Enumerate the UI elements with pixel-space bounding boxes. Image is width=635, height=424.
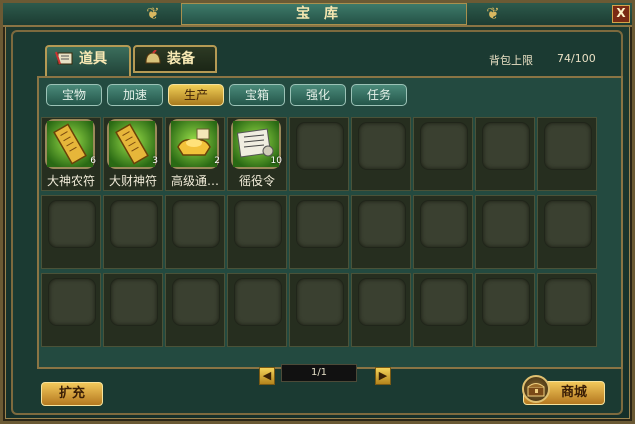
empty-slot-well bbox=[482, 200, 530, 248]
empty-slot-well bbox=[358, 278, 406, 326]
item-slot[interactable]: 10 徭役令 bbox=[227, 117, 287, 191]
item-slot[interactable] bbox=[475, 195, 535, 269]
item-slot[interactable]: 6 大神农符 bbox=[41, 117, 101, 191]
item-panel: 宝物 加速 生产 宝箱 强化 任务 6 大神农符 3 大财神符 2 高级通… 10 徭役令 bbox=[37, 76, 623, 369]
empty-slot-well bbox=[358, 122, 406, 170]
empty-slot-well bbox=[48, 278, 96, 326]
item-slot[interactable] bbox=[351, 273, 411, 347]
tab-items-label: 道具 bbox=[79, 51, 107, 67]
empty-slot-well bbox=[296, 278, 344, 326]
next-page-button[interactable]: ▶ bbox=[375, 367, 391, 385]
empty-slot-well bbox=[544, 200, 592, 248]
empty-slot-well bbox=[358, 200, 406, 248]
item-name: 大财神符 bbox=[108, 174, 157, 188]
empty-slot-well bbox=[544, 278, 592, 326]
item-quantity: 3 bbox=[152, 156, 158, 166]
subtab-enhance[interactable]: 强化 bbox=[290, 84, 346, 106]
item-slot[interactable] bbox=[351, 117, 411, 191]
close-button[interactable]: X bbox=[612, 5, 630, 23]
empty-slot-well bbox=[420, 278, 468, 326]
item-slot[interactable] bbox=[41, 195, 101, 269]
subtab-treasure[interactable]: 宝物 bbox=[46, 84, 102, 106]
item-slot[interactable]: 2 高级通… bbox=[165, 117, 225, 191]
subtab-speedup[interactable]: 加速 bbox=[107, 84, 163, 106]
capacity-value: 74/100 bbox=[557, 52, 596, 65]
item-name: 大神农符 bbox=[46, 174, 95, 188]
empty-slot-well bbox=[420, 200, 468, 248]
capacity-label: 背包上限 bbox=[489, 54, 533, 67]
helmet-icon bbox=[143, 49, 163, 66]
empty-slot-well bbox=[420, 122, 468, 170]
item-slot[interactable] bbox=[413, 117, 473, 191]
bag-icon bbox=[55, 50, 75, 66]
empty-slot-well bbox=[234, 278, 282, 326]
subtab-chest[interactable]: 宝箱 bbox=[229, 84, 285, 106]
empty-slot-well bbox=[482, 278, 530, 326]
item-slot[interactable] bbox=[289, 117, 349, 191]
item-slot[interactable] bbox=[227, 195, 287, 269]
item-slot[interactable] bbox=[165, 273, 225, 347]
treasure-chest-icon bbox=[522, 375, 550, 403]
empty-slot-well bbox=[296, 200, 344, 248]
gold-ingot-icon bbox=[169, 119, 219, 169]
item-slot[interactable] bbox=[165, 195, 225, 269]
tab-items[interactable]: 道具 bbox=[45, 45, 131, 77]
item-quantity: 10 bbox=[270, 156, 282, 166]
title-bar: ❦ 宝库 ❦ X bbox=[3, 3, 632, 27]
empty-slot-well bbox=[544, 122, 592, 170]
talisman-icon bbox=[45, 119, 95, 169]
subtab-quest[interactable]: 任务 bbox=[351, 84, 407, 106]
item-name: 徭役令 bbox=[238, 174, 275, 188]
window-title: 宝库 bbox=[181, 3, 467, 25]
empty-slot-well bbox=[48, 200, 96, 248]
item-slot[interactable] bbox=[103, 273, 163, 347]
subtab-production[interactable]: 生产 bbox=[168, 84, 224, 106]
shop-button-label: 商城 bbox=[560, 385, 587, 400]
empty-slot-well bbox=[234, 200, 282, 248]
item-slot[interactable] bbox=[537, 195, 597, 269]
item-quantity: 6 bbox=[90, 156, 96, 166]
empty-slot-well bbox=[482, 122, 530, 170]
item-slot[interactable] bbox=[289, 195, 349, 269]
page-indicator: 1/1 bbox=[281, 364, 357, 382]
item-quantity: 2 bbox=[214, 156, 220, 166]
tab-equipment-label: 装备 bbox=[167, 51, 195, 67]
item-slot[interactable] bbox=[289, 273, 349, 347]
item-slot[interactable] bbox=[103, 195, 163, 269]
talisman-icon bbox=[107, 119, 157, 169]
item-slot[interactable] bbox=[537, 273, 597, 347]
title-ornament-right-icon: ❦ bbox=[486, 4, 500, 23]
expand-button[interactable]: 扩充 bbox=[41, 382, 103, 406]
empty-slot-well bbox=[296, 122, 344, 170]
inventory-frame: 道具 装备 背包上限 74/100 宝物 加速 生产 宝箱 强化 任务 6 大神农… bbox=[11, 30, 623, 415]
empty-slot-well bbox=[172, 200, 220, 248]
prev-page-button[interactable]: ◀ bbox=[259, 367, 275, 385]
item-slot[interactable] bbox=[41, 273, 101, 347]
item-slot[interactable] bbox=[475, 273, 535, 347]
empty-slot-well bbox=[110, 278, 158, 326]
tab-equipment[interactable]: 装备 bbox=[133, 45, 217, 73]
empty-slot-well bbox=[172, 278, 220, 326]
item-grid: 6 大神农符 3 大财神符 2 高级通… 10 徭役令 bbox=[41, 117, 598, 350]
item-name: 高级通… bbox=[170, 174, 219, 188]
item-slot[interactable]: 3 大财神符 bbox=[103, 117, 163, 191]
item-slot[interactable] bbox=[413, 195, 473, 269]
title-ornament-left-icon: ❦ bbox=[146, 4, 160, 23]
item-slot[interactable] bbox=[413, 273, 473, 347]
item-slot[interactable] bbox=[351, 195, 411, 269]
empty-slot-well bbox=[110, 200, 158, 248]
item-slot[interactable] bbox=[475, 117, 535, 191]
treasury-window: ❦ 宝库 ❦ X 道具 装备 背包上限 74/100 宝物 加速 生产 宝箱 强… bbox=[0, 0, 635, 424]
item-slot[interactable] bbox=[537, 117, 597, 191]
item-slot[interactable] bbox=[227, 273, 287, 347]
